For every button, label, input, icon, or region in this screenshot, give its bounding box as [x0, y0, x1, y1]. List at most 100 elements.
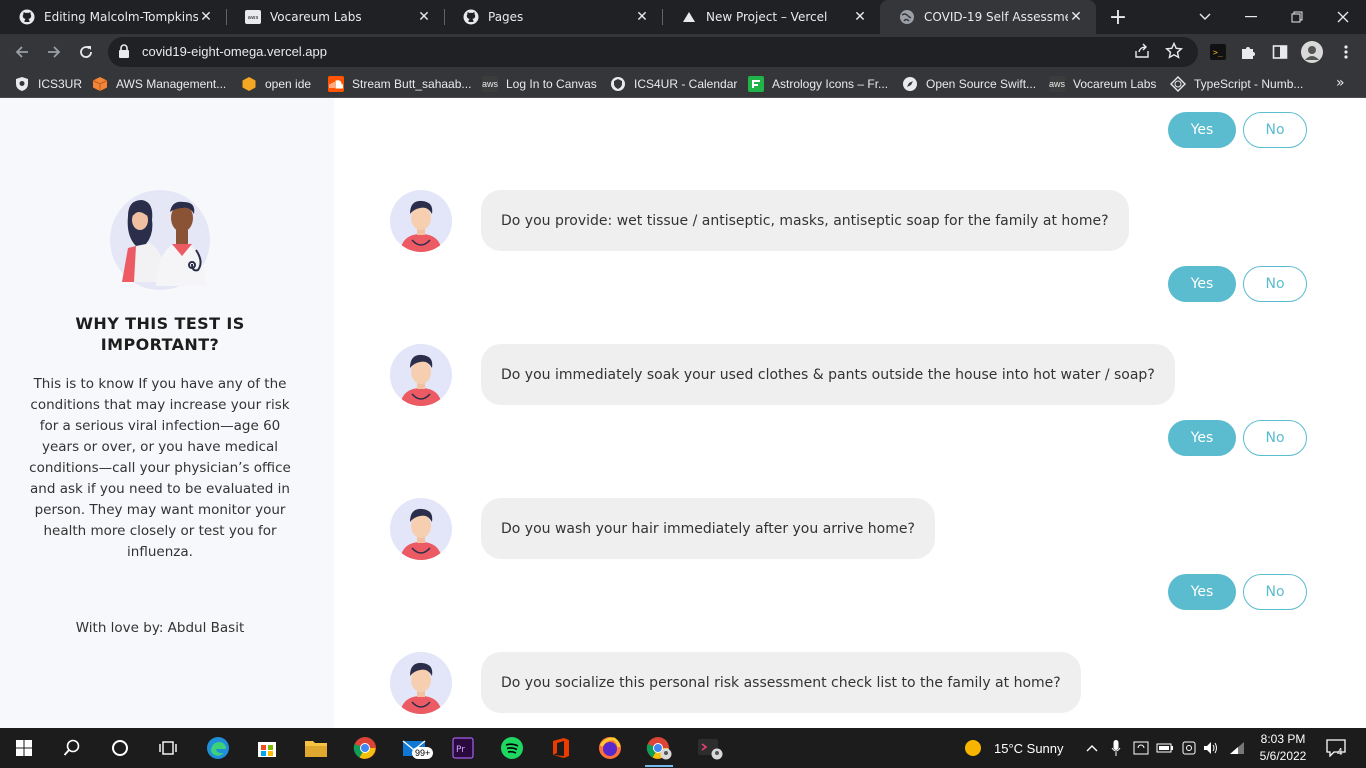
bookmark-ics4ur-calendar[interactable]: ICS4UR - Calendar [610, 75, 737, 93]
close-icon[interactable]: ✕ [852, 9, 868, 25]
tab-vercel[interactable]: New Project – Vercel ✕ [662, 0, 880, 34]
svg-text:aws: aws [248, 15, 259, 21]
no-button[interactable]: No [1243, 266, 1307, 302]
notifications-icon[interactable]: 4 [1318, 732, 1354, 764]
meet-now-icon[interactable] [1178, 732, 1200, 764]
bookmark-label: Log In to Canvas [506, 77, 597, 91]
tab-covid-assessment[interactable]: COVID-19 Self Assessment ✕ [880, 0, 1096, 34]
bookmark-open-source-swift[interactable]: Open Source Swift... [902, 75, 1036, 93]
compass-icon [902, 76, 918, 92]
bookmark-vocareum-labs[interactable]: aws Vocareum Labs [1049, 75, 1156, 93]
aws-icon: aws [244, 8, 262, 26]
bookmark-label: ICS4UR - Calendar [634, 77, 738, 91]
vercel-icon [680, 8, 698, 26]
back-button[interactable] [8, 38, 36, 66]
tab-editing-github[interactable]: Editing Malcolm-Tompkins/R ✕ [0, 0, 226, 34]
yes-button[interactable]: Yes [1168, 574, 1236, 610]
close-icon[interactable]: ✕ [198, 9, 214, 25]
bookmark-label: open ide [265, 77, 312, 91]
task-view-icon[interactable] [148, 732, 188, 764]
url-text: covid19-eight-omega.vercel.app [142, 44, 327, 59]
bookmark-stream[interactable]: Stream Butt_sahaab... [328, 75, 471, 93]
search-icon[interactable] [52, 732, 92, 764]
bookmark-label: Stream Butt_sahaab... [352, 77, 472, 91]
no-button[interactable]: No [1243, 420, 1307, 456]
edge-icon[interactable] [198, 732, 238, 764]
forward-button[interactable] [40, 38, 68, 66]
restore-button[interactable] [1274, 0, 1320, 34]
windows-taskbar: 99+ Pr 15°C Sunny 8:03 PM 5/6/2022 4 [0, 728, 1366, 768]
clock-time[interactable]: 8:03 PM [1258, 732, 1308, 746]
tab-pages[interactable]: Pages ✕ [444, 0, 662, 34]
spotify-icon[interactable] [492, 732, 532, 764]
assistant-avatar [390, 344, 452, 406]
side-panel-icon[interactable] [1270, 42, 1290, 62]
tab-title: Editing Malcolm-Tompkins/R [44, 10, 198, 24]
share-icon[interactable] [1134, 43, 1150, 63]
browser-menu-icon[interactable] [1336, 42, 1356, 62]
question-text: Do you provide: wet tissue / antiseptic,… [501, 212, 1109, 229]
bookmark-star-icon[interactable] [1164, 41, 1184, 64]
tab-title: Vocareum Labs [270, 10, 362, 24]
office-icon[interactable] [541, 732, 581, 764]
wifi-icon[interactable] [1226, 732, 1248, 764]
assistant-avatar [390, 652, 452, 714]
lock-icon[interactable] [118, 44, 130, 63]
tab-search-icon[interactable] [1182, 0, 1228, 34]
reload-button[interactable] [72, 38, 100, 66]
file-explorer-icon[interactable] [296, 732, 336, 764]
bookmark-aws-management[interactable]: AWS Management... [92, 75, 226, 93]
bookmark-open-ide[interactable]: open ide [241, 75, 311, 93]
volume-icon[interactable] [1200, 732, 1222, 764]
bookmark-label: Vocareum Labs [1073, 77, 1157, 91]
bookmark-typescript[interactable]: TypeScript - Numb... [1170, 75, 1303, 93]
yes-button[interactable]: Yes [1168, 266, 1236, 302]
globe-grid-icon [1170, 76, 1186, 92]
no-button[interactable]: No [1243, 112, 1307, 148]
terminal-extension-icon[interactable]: >_ [1208, 42, 1228, 62]
bookmarks-overflow-icon[interactable]: » [1336, 75, 1345, 91]
firefox-icon[interactable] [590, 732, 630, 764]
chrome-icon[interactable] [345, 732, 385, 764]
battery-icon[interactable] [1154, 732, 1176, 764]
clock-date[interactable]: 5/6/2022 [1258, 749, 1308, 763]
no-button[interactable]: No [1243, 574, 1307, 610]
globe-icon [898, 8, 916, 26]
microphone-icon[interactable] [1106, 732, 1126, 764]
bookmarks-bar: ICS3UR AWS Management... open ide Stream… [0, 70, 1366, 98]
question-bubble: Do you immediately soak your used clothe… [481, 344, 1175, 405]
windows-start-icon[interactable] [4, 732, 44, 764]
bookmark-ics3ur[interactable]: ICS3UR [14, 75, 82, 93]
question-bubble: Do you wash your hair immediately after … [481, 498, 935, 559]
close-icon[interactable]: ✕ [634, 9, 650, 25]
new-tab-button[interactable]: + [1106, 5, 1130, 30]
premiere-pro-icon[interactable]: Pr [443, 732, 483, 764]
bookmark-astrology-icons[interactable]: Astrology Icons – Fr... [748, 75, 888, 93]
microsoft-store-icon[interactable] [247, 732, 287, 764]
info-sidebar: WHY THIS TEST IS IMPORTANT? This is to k… [0, 98, 334, 728]
close-window-button[interactable] [1320, 0, 1366, 34]
address-bar[interactable]: covid19-eight-omega.vercel.app [108, 37, 1198, 67]
shield-icon [14, 76, 30, 92]
bookmark-canvas[interactable]: aws Log In to Canvas [482, 75, 597, 93]
extensions-puzzle-icon[interactable] [1238, 42, 1258, 62]
question-text: Do you socialize this personal risk asse… [501, 674, 1061, 691]
soundcloud-icon [328, 76, 344, 92]
doctors-illustration [110, 190, 210, 290]
terminal-icon[interactable] [690, 732, 730, 764]
yes-button[interactable]: Yes [1168, 420, 1236, 456]
tab-vocareum[interactable]: aws Vocareum Labs ✕ [226, 0, 444, 34]
bookmark-label: AWS Management... [116, 77, 227, 91]
sync-icon[interactable] [1130, 732, 1152, 764]
minimize-button[interactable] [1228, 0, 1274, 34]
show-hidden-icons[interactable] [1082, 732, 1102, 764]
profile-avatar-icon[interactable] [1300, 40, 1324, 64]
yes-button[interactable]: Yes [1168, 112, 1236, 148]
cortana-icon[interactable] [100, 732, 140, 764]
close-icon[interactable]: ✕ [1068, 9, 1084, 25]
mail-unread-badge: 99+ [412, 747, 434, 759]
weather-sun-icon[interactable] [953, 732, 993, 764]
bookmark-label: TypeScript - Numb... [1194, 77, 1304, 91]
chrome-profile-icon[interactable] [639, 732, 679, 767]
close-icon[interactable]: ✕ [416, 9, 432, 25]
